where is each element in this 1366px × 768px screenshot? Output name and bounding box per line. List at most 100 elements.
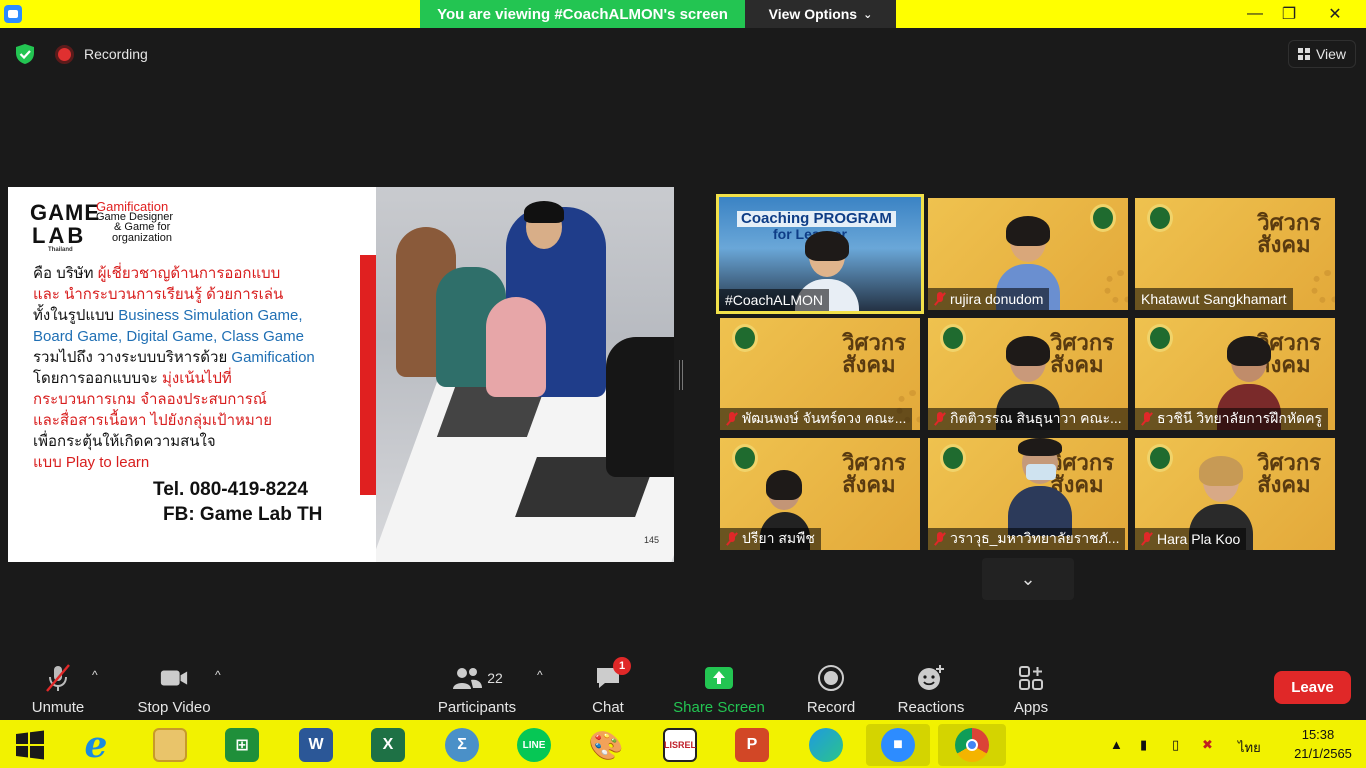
leave-label: Leave: [1291, 679, 1334, 696]
participants-count: 22: [487, 670, 503, 686]
taskbar-edge[interactable]: [804, 724, 848, 766]
clock-time[interactable]: 15:38: [1293, 727, 1343, 742]
slide-line-6: โดยการออกแบบจะ มุ่งเน้นไปที่: [33, 370, 232, 388]
taskbar-file-explorer[interactable]: [148, 724, 192, 766]
view-button-label: View: [1315, 46, 1347, 62]
university-emblem-icon: [732, 444, 758, 472]
slide-text-blue: Business Simulation Game,: [118, 307, 303, 324]
view-button[interactable]: View: [1288, 40, 1356, 68]
university-emblem-icon: [940, 324, 966, 352]
contact-facebook: FB: Game Lab TH: [163, 504, 323, 525]
slide-line-10: แบบ Play to learn: [33, 454, 149, 472]
slide-text-highlight: ผู้เชี่ยวชาญด้านการออกแบบ: [97, 265, 281, 282]
page-number: 145: [644, 535, 660, 545]
start-button[interactable]: [8, 724, 52, 766]
participant-tile[interactable]: วิศวกร สังคม ธวชินี วิทยาลัยการฝึกหัดครู: [1135, 318, 1335, 430]
participant-name-bar: กิตติวรรณ สินธุนาวา คณะ...: [928, 408, 1128, 430]
apps-button[interactable]: Apps: [1008, 660, 1054, 716]
chrome-icon: [955, 728, 989, 762]
slide-text-highlight: และสื่อสารเนื้อหา ไปยังกลุ่มเป้าหมาย: [33, 412, 272, 429]
participant-tile[interactable]: วิศวกร สังคม Hara Pla Koo: [1135, 438, 1335, 550]
mic-muted-icon: [1141, 532, 1153, 546]
participant-tile[interactable]: วิศวกร สังคม กิตติวรรณ สินธุนาวา คณะ...: [928, 318, 1128, 430]
logo-thailand-text: Thailand: [48, 247, 73, 253]
close-button[interactable]: ✕: [1312, 0, 1358, 28]
paint-palette-icon: 🎨: [588, 729, 624, 761]
split-view-handle[interactable]: [679, 360, 683, 390]
clock-date[interactable]: 21/1/2565: [1293, 746, 1353, 761]
record-button[interactable]: Record: [802, 660, 860, 716]
language-indicator[interactable]: ไทย: [1238, 737, 1261, 758]
mic-muted-icon: [1141, 412, 1153, 426]
university-emblem-icon: [940, 444, 966, 472]
unmute-button[interactable]: Unmute: [26, 660, 90, 716]
stop-video-button[interactable]: Stop Video: [134, 660, 214, 716]
video-camera-icon: [159, 663, 189, 693]
mic-muted-icon: [43, 663, 73, 693]
slide-line-4: Board Game, Digital Game, Class Game: [33, 328, 304, 346]
taskbar-word[interactable]: W: [294, 724, 338, 766]
university-emblem-icon: [732, 324, 758, 352]
taskbar-math-input[interactable]: Σ: [440, 724, 484, 766]
slide-text-highlight: และ นำกระบวนการเรียนรู้ ด้วยการเล่น: [33, 286, 284, 303]
folder-icon: [153, 728, 187, 762]
slide-text: คือ บริษัท: [33, 265, 98, 282]
taskbar-lisrel[interactable]: LISREL: [658, 724, 702, 766]
battery-icon[interactable]: ▯: [1172, 737, 1179, 753]
taskbar-powerpoint[interactable]: P: [730, 724, 774, 766]
leave-button[interactable]: Leave: [1274, 671, 1351, 704]
internet-explorer-icon: e: [84, 724, 108, 766]
university-emblem-icon: [1147, 204, 1173, 232]
mic-muted-icon: [934, 532, 946, 546]
shield-icon[interactable]: [14, 43, 36, 65]
participants-button[interactable]: 22 Participants: [434, 660, 520, 716]
taskbar-excel[interactable]: X: [366, 724, 410, 766]
record-label: Record: [806, 699, 856, 716]
scroll-down-button[interactable]: ⌄: [982, 558, 1074, 600]
taskbar-store[interactable]: ⊞: [220, 724, 264, 766]
university-emblem-icon: [1147, 324, 1173, 352]
participant-name: ปรียา สมพืช: [742, 530, 815, 546]
volume-muted-icon[interactable]: ✖: [1202, 737, 1213, 753]
taskbar-zoom[interactable]: ■: [866, 724, 930, 766]
participant-name-bar: rujira donudom: [928, 288, 1050, 310]
participant-name-bar: Hara Pla Koo: [1135, 528, 1247, 550]
participants-options-caret[interactable]: ^: [537, 668, 543, 682]
chat-button[interactable]: 1 Chat: [582, 657, 634, 716]
audio-options-caret[interactable]: ^: [92, 668, 98, 682]
participant-name: ธวชินี วิทยาลัยการฝึกหัดครู: [1157, 410, 1323, 426]
participant-tile-active-speaker[interactable]: Coaching PROGRAM for Learner #CoachALMON: [716, 194, 924, 314]
view-options-button[interactable]: View Options ⌄: [745, 0, 896, 28]
share-screen-button[interactable]: Share Screen: [670, 660, 768, 716]
edge-icon: [809, 728, 843, 762]
chevron-down-icon: ⌄: [863, 8, 873, 21]
taskbar-paint[interactable]: 🎨: [584, 724, 628, 766]
participant-tile[interactable]: วิศวกร สังคม พัฒนพงษ์ จันทร์ดวง คณะ...: [720, 318, 920, 430]
participant-tile[interactable]: วิศวกร สังคม Khatawut Sangkhamart: [1135, 198, 1335, 310]
viewing-banner: You are viewing #CoachALMON's screen: [420, 0, 745, 28]
logo-game-text: GAME: [30, 200, 100, 225]
network-signal-icon[interactable]: ▮: [1140, 737, 1147, 753]
chat-unread-badge: 1: [613, 657, 631, 675]
reactions-label: Reactions: [897, 699, 965, 716]
workshop-photo: 145: [376, 187, 674, 562]
slide-text-highlight: มุ่งเน้นไปที่: [161, 370, 232, 387]
slide-line-1: คือ บริษัท ผู้เชี่ยวชาญด้านการออกแบบ: [33, 265, 280, 283]
participant-tile[interactable]: วิศวกร สังคม วราวุธ_มหาวิทยาลัยราชภั...: [928, 438, 1128, 550]
participant-tile[interactable]: rujira donudom: [928, 198, 1128, 310]
taskbar-chrome[interactable]: [938, 724, 1006, 766]
video-options-caret[interactable]: ^: [215, 668, 221, 682]
taskbar-internet-explorer[interactable]: e: [74, 724, 118, 766]
participant-name-bar: ธวชินี วิทยาลัยการฝึกหัดครู: [1135, 408, 1329, 430]
maximize-button[interactable]: ❐: [1266, 0, 1312, 28]
chat-icon: 1: [593, 657, 631, 693]
participant-tile[interactable]: วิศวกร สังคม ปรียา สมพืช: [720, 438, 920, 550]
apps-icon: [1016, 663, 1046, 693]
participant-name-bar: พัฒนพงษ์ จันทร์ดวง คณะ...: [720, 408, 913, 430]
show-hidden-icons-button[interactable]: ▲: [1110, 737, 1123, 752]
slide-text: โดยการออกแบบจะ: [33, 370, 162, 387]
taskbar-line[interactable]: LINE: [512, 724, 556, 766]
slide-line-5: รวมไปถึง วางระบบบริหารด้วย Gamification: [33, 349, 315, 367]
reactions-button[interactable]: Reactions: [894, 660, 968, 716]
viewing-banner-text: You are viewing #CoachALMON's screen: [437, 5, 728, 23]
